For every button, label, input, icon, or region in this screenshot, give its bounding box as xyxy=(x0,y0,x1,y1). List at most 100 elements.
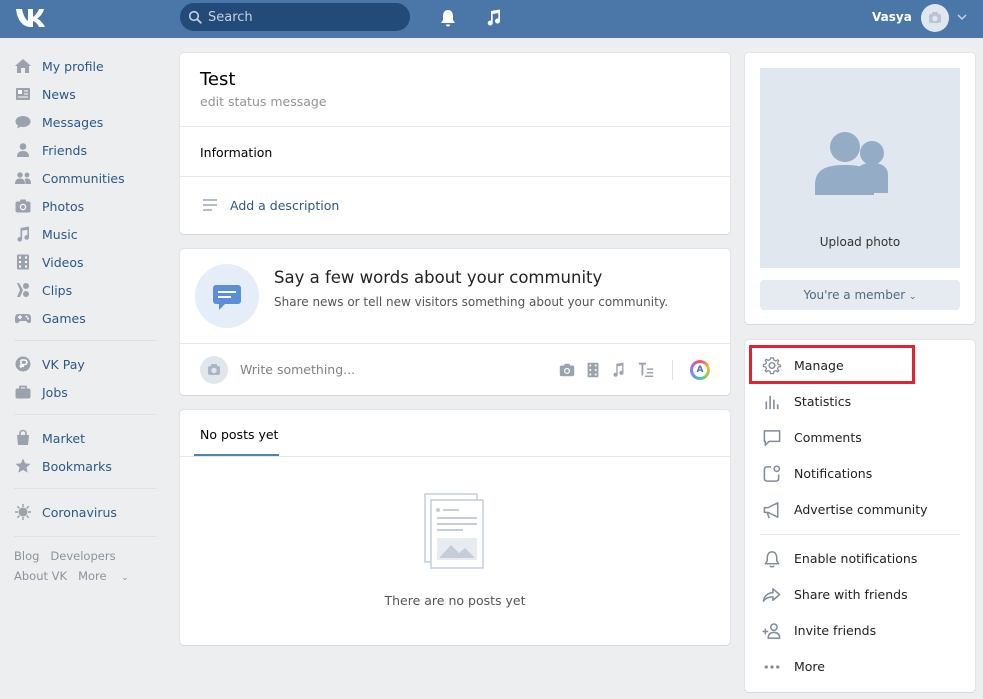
article-icon[interactable] xyxy=(636,361,656,379)
home-icon xyxy=(15,59,31,73)
empty-posts-icon xyxy=(424,493,484,569)
communities-icon xyxy=(15,172,31,184)
author-avatar[interactable]: A xyxy=(690,360,710,380)
divider xyxy=(14,488,157,489)
menu-item-label: More xyxy=(794,659,825,674)
status-message[interactable]: edit status message xyxy=(200,94,327,109)
footer-link-about[interactable]: About VK xyxy=(14,569,67,583)
menu-item-notifications[interactable]: Notifications xyxy=(745,456,975,492)
sidebar-item-vk-pay[interactable]: VK Pay xyxy=(14,350,164,378)
sidebar-item-label: Friends xyxy=(42,142,87,158)
megaphone-icon xyxy=(763,502,779,519)
menu-item-label: Invite friends xyxy=(794,623,877,638)
write-post-input[interactable]: Write something... xyxy=(240,362,355,377)
menu-item-label: Advertise community xyxy=(794,502,928,517)
sidebar-item-label: Photos xyxy=(42,198,85,214)
menu-item-label: Statistics xyxy=(794,394,852,409)
sidebar-item-clips[interactable]: Clips xyxy=(14,276,164,304)
divider xyxy=(672,360,673,380)
sidebar-item-friends[interactable]: Friends xyxy=(14,136,164,164)
star-icon xyxy=(15,458,31,473)
camera-icon xyxy=(208,364,220,375)
avatar[interactable] xyxy=(921,4,949,32)
clips-icon xyxy=(17,283,29,297)
sidebar-item-messages[interactable]: Messages xyxy=(14,108,164,136)
member-button-label: You're a member xyxy=(803,288,906,302)
group-icon xyxy=(815,132,888,195)
footer-link-developers[interactable]: Developers xyxy=(50,549,115,563)
menu-item-label: Comments xyxy=(794,430,862,445)
jobs-icon xyxy=(15,385,31,399)
vk-logo-icon[interactable] xyxy=(14,6,48,30)
tab-posts[interactable]: No posts yet xyxy=(200,427,278,442)
footer-link-more[interactable]: More ⌄ xyxy=(78,569,140,583)
search-box[interactable] xyxy=(180,3,410,31)
add-user-icon xyxy=(762,623,781,639)
sidebar-item-label: News xyxy=(42,86,76,102)
divider xyxy=(14,536,157,537)
user-name[interactable]: Vasya xyxy=(872,10,912,24)
search-input[interactable] xyxy=(208,3,398,31)
sidebar-item-communities[interactable]: Communities xyxy=(14,164,164,192)
chevron-down-icon: ⌄ xyxy=(121,573,129,583)
menu-item-more[interactable]: More xyxy=(745,649,975,685)
menu-item-invite-friends[interactable]: Invite friends xyxy=(745,613,975,649)
manage-highlight-box xyxy=(749,345,915,384)
sidebar-item-music[interactable]: Music xyxy=(14,220,164,248)
music-icon[interactable] xyxy=(484,8,504,28)
chevron-down-icon[interactable] xyxy=(957,13,967,21)
sidebar-item-label: Messages xyxy=(42,114,104,130)
sidebar-item-photos[interactable]: Photos xyxy=(14,192,164,220)
add-description-link[interactable]: Add a description xyxy=(230,198,339,213)
sidebar-item-jobs[interactable]: Jobs xyxy=(14,378,164,406)
upload-photo-label: Upload photo xyxy=(819,235,901,249)
divider xyxy=(14,414,157,415)
prompt-subtitle: Share news or tell new visitors somethin… xyxy=(274,295,669,309)
divider xyxy=(180,456,730,457)
menu-item-share-with-friends[interactable]: Share with friends xyxy=(745,577,975,613)
sidebar-item-label: Games xyxy=(42,310,86,326)
sidebar-item-coronavirus[interactable]: Coronavirus xyxy=(14,498,164,526)
community-menu-card: Manage Statistics Comments Notifications Adv… xyxy=(745,340,975,692)
upload-photo-area[interactable]: Upload photo xyxy=(760,68,960,268)
member-button[interactable]: You're a member ⌄ xyxy=(760,280,960,310)
sidebar-special-group: Coronavirus xyxy=(14,498,164,526)
community-name: Test xyxy=(200,69,236,90)
photo-attach-icon[interactable] xyxy=(557,361,577,379)
bell-icon[interactable] xyxy=(438,8,458,28)
market-icon xyxy=(17,429,29,445)
sidebar-item-bookmarks[interactable]: Bookmarks xyxy=(14,452,164,480)
messages-icon xyxy=(15,116,31,129)
menu-item-advertise-community[interactable]: Advertise community xyxy=(745,492,975,528)
sidebar-services-group: VK Pay Jobs xyxy=(14,350,164,406)
menu-item-label: Enable notifications xyxy=(794,551,918,566)
sidebar-item-market[interactable]: Market xyxy=(14,424,164,452)
prompt-illustration xyxy=(195,264,259,328)
sidebar-item-label: VK Pay xyxy=(42,356,85,372)
sidebar-item-news[interactable]: News xyxy=(14,80,164,108)
menu-item-enable-notifications[interactable]: Enable notifications xyxy=(745,541,975,577)
search-icon xyxy=(188,10,202,24)
menu-item-label: Share with friends xyxy=(794,587,908,602)
sidebar-item-label: Market xyxy=(42,430,85,446)
share-icon xyxy=(762,588,781,602)
description-icon xyxy=(203,199,217,211)
posts-card: No posts yet There are no posts yet xyxy=(180,410,730,645)
chat-bubble-icon xyxy=(213,285,241,310)
author-initial: A xyxy=(693,363,707,377)
sidebar-item-videos[interactable]: Videos xyxy=(14,248,164,276)
divider xyxy=(180,343,730,344)
menu-item-label: Notifications xyxy=(794,466,873,481)
sidebar-item-my-profile[interactable]: My profile xyxy=(14,52,164,80)
stats-icon xyxy=(765,395,779,410)
menu-item-comments[interactable]: Comments xyxy=(745,420,975,456)
sidebar-item-games[interactable]: Games xyxy=(14,304,164,332)
empty-posts-text: There are no posts yet xyxy=(384,593,526,608)
prompt-title: Say a few words about your community xyxy=(274,268,603,287)
footer-link-blog[interactable]: Blog xyxy=(14,549,39,563)
vkpay-icon xyxy=(15,356,31,372)
community-prompt-card: Say a few words about your community Sha… xyxy=(180,249,730,395)
music-attach-icon[interactable] xyxy=(609,361,629,379)
menu-item-statistics[interactable]: Statistics xyxy=(745,384,975,420)
video-attach-icon[interactable] xyxy=(583,361,603,379)
